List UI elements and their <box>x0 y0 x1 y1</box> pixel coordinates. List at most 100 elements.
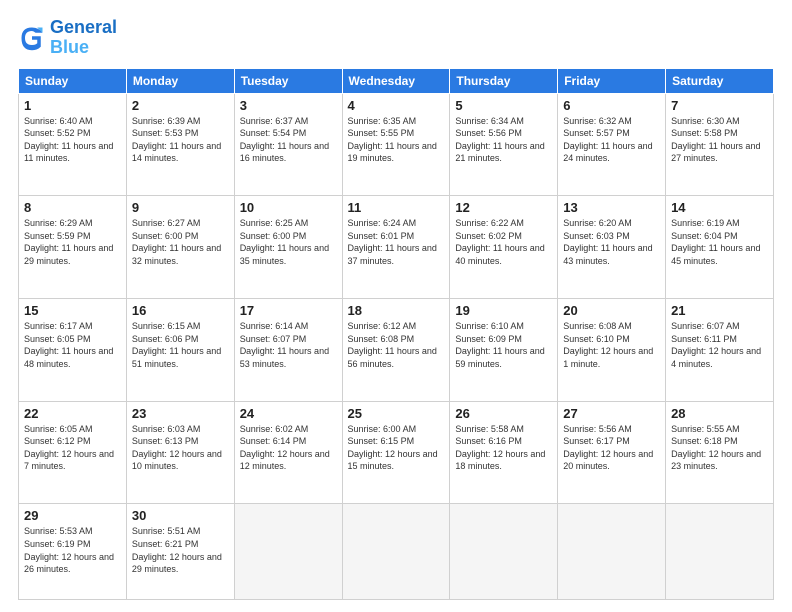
day-info: Sunrise: 6:03 AMSunset: 6:13 PMDaylight:… <box>132 423 229 473</box>
calendar-day-cell: 21 Sunrise: 6:07 AMSunset: 6:11 PMDayligh… <box>666 298 774 401</box>
calendar-day-cell: 29 Sunrise: 5:53 AMSunset: 6:19 PMDayligh… <box>19 504 127 600</box>
column-header-sunday: Sunday <box>19 68 127 93</box>
day-info: Sunrise: 6:25 AMSunset: 6:00 PMDaylight:… <box>240 217 337 267</box>
day-number: 7 <box>671 98 768 113</box>
calendar-day-cell: 7 Sunrise: 6:30 AMSunset: 5:58 PMDaylight… <box>666 93 774 196</box>
calendar-week-row: 15Sunrise: 6:17 AMSunset: 6:05 PMDayligh… <box>19 298 774 401</box>
day-number: 9 <box>132 200 229 215</box>
day-info: Sunrise: 6:20 AMSunset: 6:03 PMDaylight:… <box>563 217 660 267</box>
calendar-week-row: 8 Sunrise: 6:29 AMSunset: 5:59 PMDaylight… <box>19 196 774 299</box>
calendar-day-cell: 2 Sunrise: 6:39 AMSunset: 5:53 PMDaylight… <box>126 93 234 196</box>
day-number: 30 <box>132 508 229 523</box>
day-info: Sunrise: 5:55 AMSunset: 6:18 PMDaylight:… <box>671 423 768 473</box>
day-info: Sunrise: 6:39 AMSunset: 5:53 PMDaylight:… <box>132 115 229 165</box>
day-info: Sunrise: 5:56 AMSunset: 6:17 PMDaylight:… <box>563 423 660 473</box>
calendar-day-cell: 20 Sunrise: 6:08 AMSunset: 6:10 PMDayligh… <box>558 298 666 401</box>
day-info: Sunrise: 6:22 AMSunset: 6:02 PMDaylight:… <box>455 217 552 267</box>
calendar-day-cell <box>234 504 342 600</box>
calendar-week-row: 22 Sunrise: 6:05 AMSunset: 6:12 PMDayligh… <box>19 401 774 504</box>
calendar-table: SundayMondayTuesdayWednesdayThursdayFrid… <box>18 68 774 600</box>
calendar-day-cell: 28 Sunrise: 5:55 AMSunset: 6:18 PMDayligh… <box>666 401 774 504</box>
day-number: 11 <box>348 200 445 215</box>
day-info: Sunrise: 6:12 AMSunset: 6:08 PMDaylight:… <box>348 320 445 370</box>
column-header-wednesday: Wednesday <box>342 68 450 93</box>
day-info: Sunrise: 6:34 AMSunset: 5:56 PMDaylight:… <box>455 115 552 165</box>
calendar-day-cell: 11 Sunrise: 6:24 AMSunset: 6:01 PMDayligh… <box>342 196 450 299</box>
day-number: 12 <box>455 200 552 215</box>
day-info: Sunrise: 6:15 AMSunset: 6:06 PMDaylight:… <box>132 320 229 370</box>
calendar-day-cell: 23 Sunrise: 6:03 AMSunset: 6:13 PMDayligh… <box>126 401 234 504</box>
day-info: Sunrise: 6:29 AMSunset: 5:59 PMDaylight:… <box>24 217 121 267</box>
calendar-day-cell: 18 Sunrise: 6:12 AMSunset: 6:08 PMDayligh… <box>342 298 450 401</box>
logo-text: GeneralBlue <box>50 18 117 58</box>
day-number: 19 <box>455 303 552 318</box>
day-info: Sunrise: 5:58 AMSunset: 6:16 PMDaylight:… <box>455 423 552 473</box>
calendar-week-row: 29 Sunrise: 5:53 AMSunset: 6:19 PMDayligh… <box>19 504 774 600</box>
day-number: 22 <box>24 406 121 421</box>
day-number: 26 <box>455 406 552 421</box>
calendar-day-cell: 13Sunrise: 6:20 AMSunset: 6:03 PMDayligh… <box>558 196 666 299</box>
day-info: Sunrise: 6:00 AMSunset: 6:15 PMDaylight:… <box>348 423 445 473</box>
day-info: Sunrise: 6:19 AMSunset: 6:04 PMDaylight:… <box>671 217 768 267</box>
calendar-day-cell: 15Sunrise: 6:17 AMSunset: 6:05 PMDayligh… <box>19 298 127 401</box>
day-info: Sunrise: 5:51 AMSunset: 6:21 PMDaylight:… <box>132 525 229 575</box>
day-number: 8 <box>24 200 121 215</box>
column-header-thursday: Thursday <box>450 68 558 93</box>
day-number: 23 <box>132 406 229 421</box>
day-number: 28 <box>671 406 768 421</box>
day-info: Sunrise: 6:24 AMSunset: 6:01 PMDaylight:… <box>348 217 445 267</box>
day-number: 25 <box>348 406 445 421</box>
calendar-day-cell <box>666 504 774 600</box>
day-number: 21 <box>671 303 768 318</box>
calendar-day-cell <box>450 504 558 600</box>
day-number: 5 <box>455 98 552 113</box>
column-header-monday: Monday <box>126 68 234 93</box>
calendar-day-cell: 19 Sunrise: 6:10 AMSunset: 6:09 PMDayligh… <box>450 298 558 401</box>
day-info: Sunrise: 6:37 AMSunset: 5:54 PMDaylight:… <box>240 115 337 165</box>
calendar-day-cell: 27Sunrise: 5:56 AMSunset: 6:17 PMDayligh… <box>558 401 666 504</box>
day-number: 20 <box>563 303 660 318</box>
calendar-day-cell: 8 Sunrise: 6:29 AMSunset: 5:59 PMDaylight… <box>19 196 127 299</box>
calendar-day-cell: 6Sunrise: 6:32 AMSunset: 5:57 PMDaylight… <box>558 93 666 196</box>
day-number: 4 <box>348 98 445 113</box>
calendar-day-cell: 5 Sunrise: 6:34 AMSunset: 5:56 PMDaylight… <box>450 93 558 196</box>
calendar-day-cell: 24 Sunrise: 6:02 AMSunset: 6:14 PMDayligh… <box>234 401 342 504</box>
calendar-day-cell <box>558 504 666 600</box>
day-number: 17 <box>240 303 337 318</box>
calendar-header-row: SundayMondayTuesdayWednesdayThursdayFrid… <box>19 68 774 93</box>
calendar-day-cell: 14Sunrise: 6:19 AMSunset: 6:04 PMDayligh… <box>666 196 774 299</box>
day-number: 29 <box>24 508 121 523</box>
day-info: Sunrise: 6:14 AMSunset: 6:07 PMDaylight:… <box>240 320 337 370</box>
column-header-friday: Friday <box>558 68 666 93</box>
day-info: Sunrise: 6:30 AMSunset: 5:58 PMDaylight:… <box>671 115 768 165</box>
day-info: Sunrise: 6:27 AMSunset: 6:00 PMDaylight:… <box>132 217 229 267</box>
day-number: 2 <box>132 98 229 113</box>
calendar-day-cell: 26 Sunrise: 5:58 AMSunset: 6:16 PMDayligh… <box>450 401 558 504</box>
calendar-week-row: 1Sunrise: 6:40 AMSunset: 5:52 PMDaylight… <box>19 93 774 196</box>
day-info: Sunrise: 6:40 AMSunset: 5:52 PMDaylight:… <box>24 115 121 165</box>
day-info: Sunrise: 6:05 AMSunset: 6:12 PMDaylight:… <box>24 423 121 473</box>
day-number: 18 <box>348 303 445 318</box>
calendar-day-cell: 25 Sunrise: 6:00 AMSunset: 6:15 PMDayligh… <box>342 401 450 504</box>
day-info: Sunrise: 5:53 AMSunset: 6:19 PMDaylight:… <box>24 525 121 575</box>
logo: GeneralBlue <box>18 18 117 58</box>
calendar-day-cell: 10Sunrise: 6:25 AMSunset: 6:00 PMDayligh… <box>234 196 342 299</box>
calendar-day-cell: 22 Sunrise: 6:05 AMSunset: 6:12 PMDayligh… <box>19 401 127 504</box>
day-info: Sunrise: 6:32 AMSunset: 5:57 PMDaylight:… <box>563 115 660 165</box>
header: GeneralBlue <box>18 18 774 58</box>
page: GeneralBlue SundayMondayTuesdayWednesday… <box>0 0 792 612</box>
day-info: Sunrise: 6:08 AMSunset: 6:10 PMDaylight:… <box>563 320 660 370</box>
calendar-day-cell: 3Sunrise: 6:37 AMSunset: 5:54 PMDaylight… <box>234 93 342 196</box>
day-number: 16 <box>132 303 229 318</box>
column-header-saturday: Saturday <box>666 68 774 93</box>
day-info: Sunrise: 6:10 AMSunset: 6:09 PMDaylight:… <box>455 320 552 370</box>
calendar-day-cell: 30 Sunrise: 5:51 AMSunset: 6:21 PMDayligh… <box>126 504 234 600</box>
day-info: Sunrise: 6:17 AMSunset: 6:05 PMDaylight:… <box>24 320 121 370</box>
day-info: Sunrise: 6:02 AMSunset: 6:14 PMDaylight:… <box>240 423 337 473</box>
day-info: Sunrise: 6:07 AMSunset: 6:11 PMDaylight:… <box>671 320 768 370</box>
column-header-tuesday: Tuesday <box>234 68 342 93</box>
day-number: 24 <box>240 406 337 421</box>
calendar-day-cell: 16 Sunrise: 6:15 AMSunset: 6:06 PMDayligh… <box>126 298 234 401</box>
logo-icon <box>18 24 46 52</box>
day-info: Sunrise: 6:35 AMSunset: 5:55 PMDaylight:… <box>348 115 445 165</box>
